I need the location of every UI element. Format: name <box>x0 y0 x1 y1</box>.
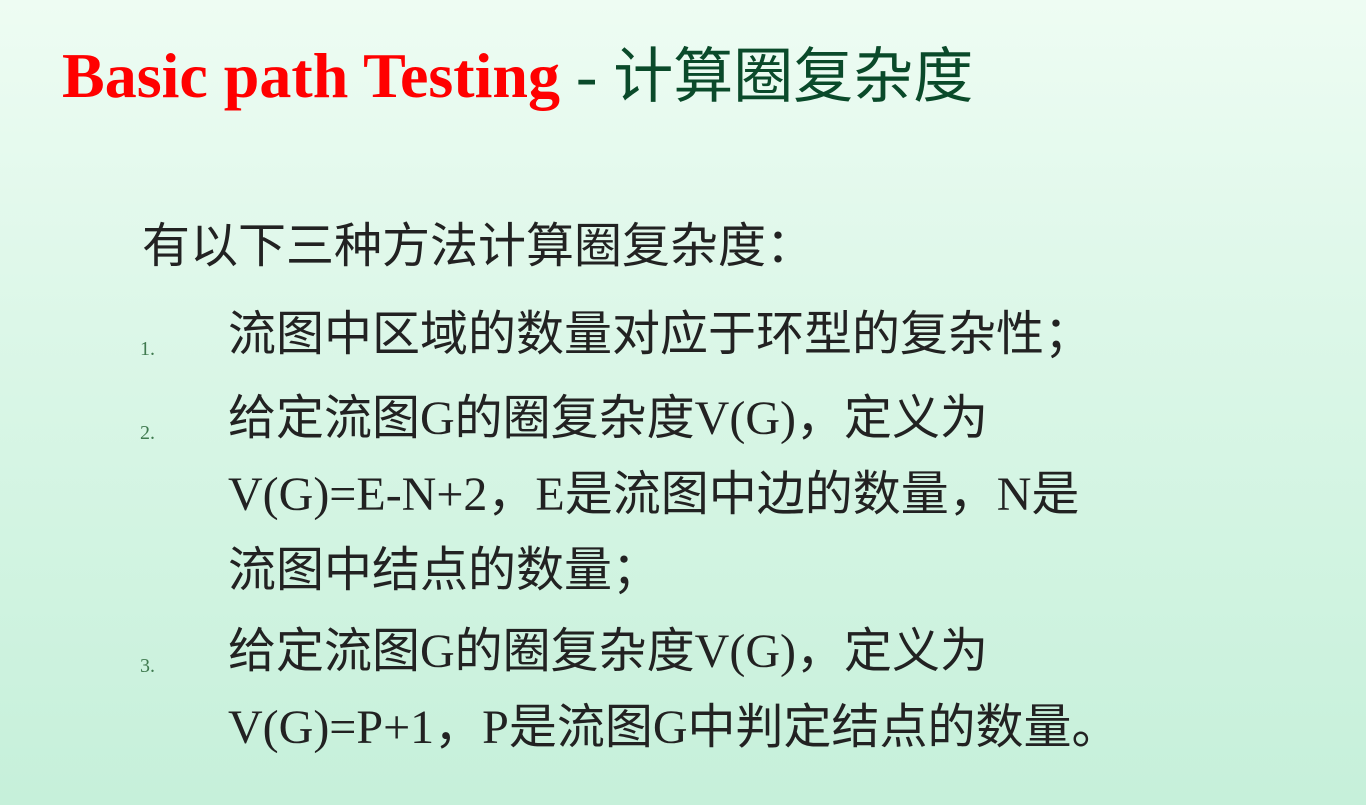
list-number: 3. <box>140 655 155 677</box>
list-item-line: 流图中区域的数量对应于环型的复杂性； <box>228 308 1093 361</box>
list-item-line: 给定流图G的圈复杂度V(G)，定义为 <box>228 625 988 678</box>
list-item-line: V(G)=E-N+2，E是流图中边的数量，N是 <box>228 468 1080 521</box>
list-number: 1. <box>140 338 155 360</box>
list-item-line: V(G)=P+1，P是流图G中判定结点的数量。 <box>228 701 1120 754</box>
intro-text: 有以下三种方法计算圈复杂度： <box>142 218 815 274</box>
title-english: Basic path Testing <box>62 40 560 111</box>
slide-title: Basic path Testing - 计算圈复杂度 <box>62 44 973 108</box>
list-number: 2. <box>140 422 155 444</box>
list-item-line: 给定流图G的圈复杂度V(G)，定义为 <box>228 392 988 445</box>
list-item-line: 流图中结点的数量； <box>228 544 661 597</box>
slide: Basic path Testing - 计算圈复杂度 有以下三种方法计算圈复杂… <box>0 0 1366 805</box>
title-chinese: 计算圈复杂度 <box>613 42 974 112</box>
title-separator: - <box>559 40 614 111</box>
